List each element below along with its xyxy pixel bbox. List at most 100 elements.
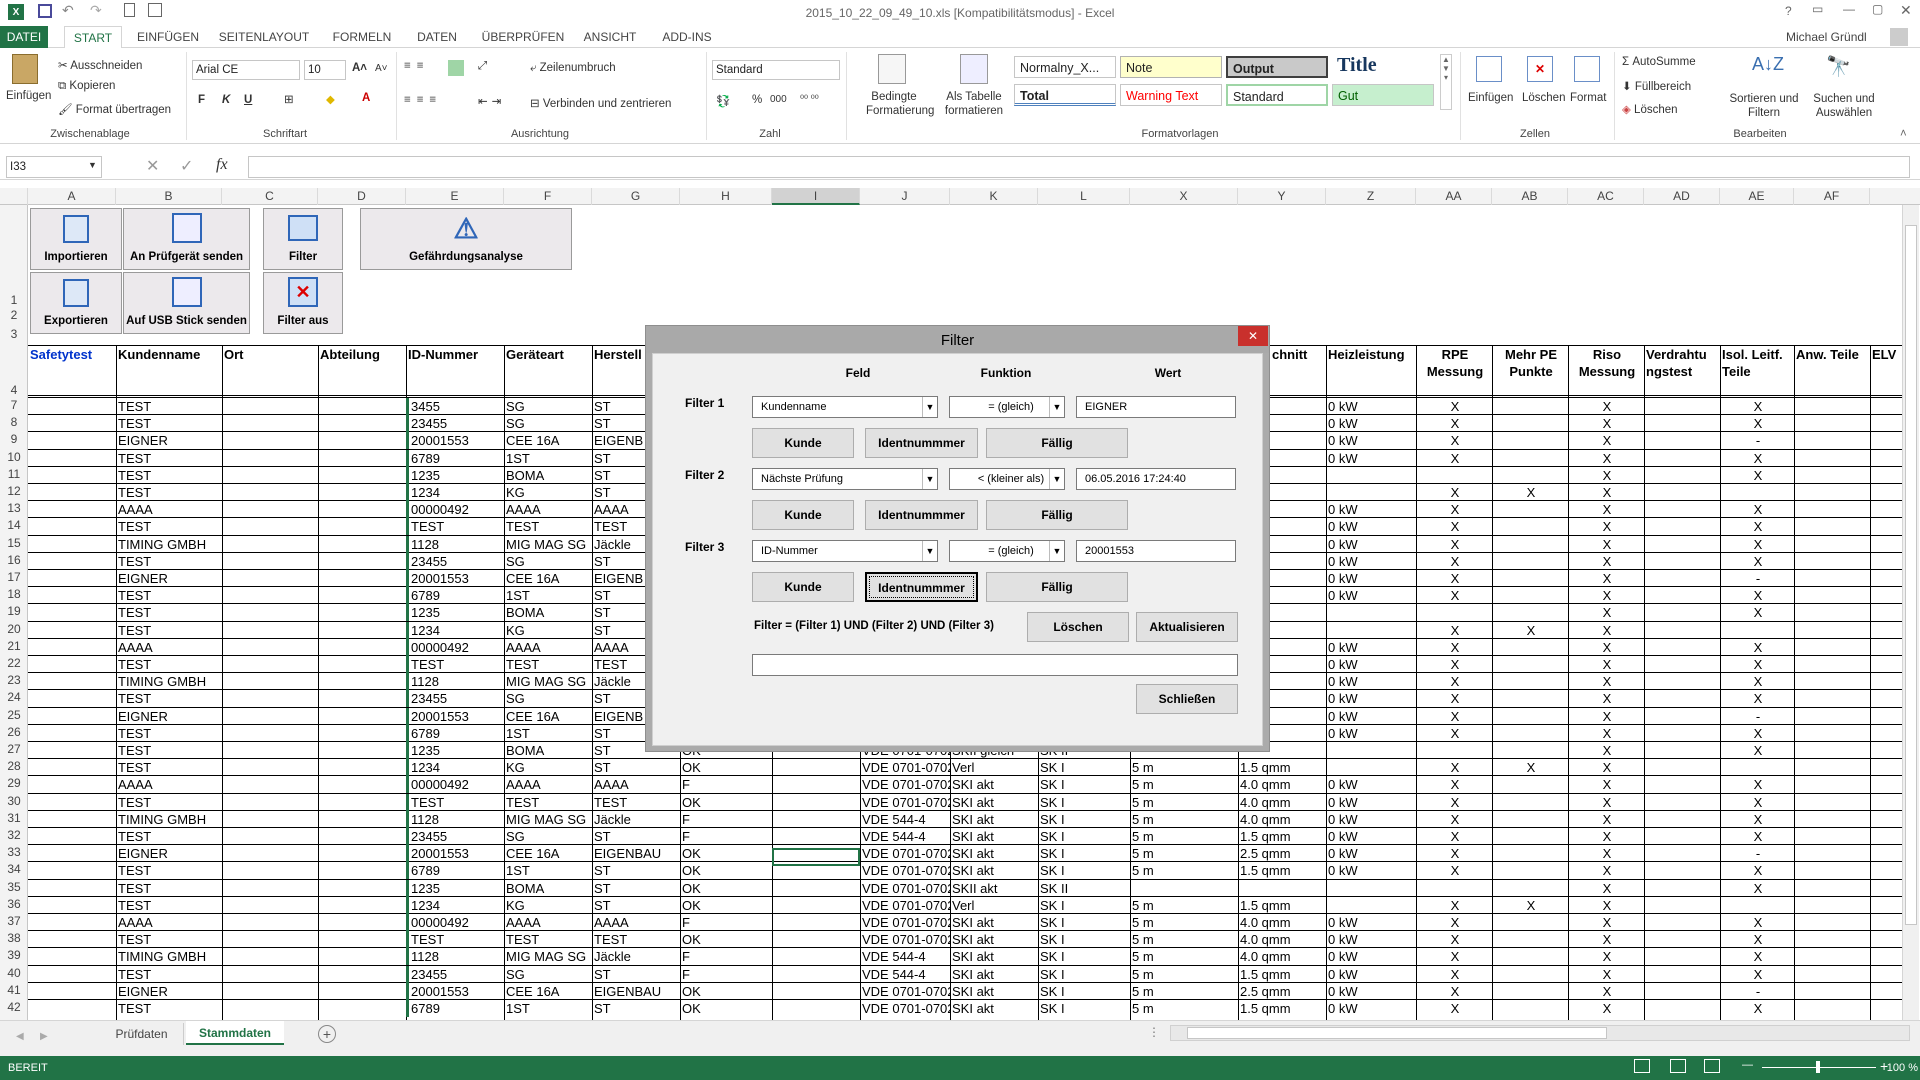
- cell-b[interactable]: TIMING GMBH: [116, 948, 222, 965]
- cell-k[interactable]: SKII akt: [950, 880, 1038, 897]
- tab-ueberpruefen[interactable]: ÜBERPRÜFEN: [478, 26, 568, 48]
- cell-f[interactable]: CEE 16A: [504, 983, 592, 1000]
- cell-h[interactable]: OK: [680, 897, 772, 914]
- cell-f[interactable]: AAAA: [504, 776, 592, 793]
- cell-k[interactable]: SKI akt: [950, 931, 1038, 948]
- border-icon[interactable]: ⊞: [284, 92, 294, 106]
- cell-ae[interactable]: X: [1720, 690, 1794, 707]
- zoom-slider-thumb[interactable]: [1816, 1061, 1820, 1073]
- minimize-icon[interactable]: —: [1843, 2, 1855, 16]
- cell-l[interactable]: SK I: [1038, 1000, 1130, 1017]
- cell-ae[interactable]: X: [1720, 587, 1794, 604]
- cell-f[interactable]: KG: [504, 759, 592, 776]
- page-layout-view-icon[interactable]: [1670, 1059, 1686, 1073]
- cell-aa[interactable]: X: [1416, 948, 1492, 965]
- maximize-icon[interactable]: ▢: [1872, 2, 1883, 16]
- cell-ab[interactable]: X: [1492, 759, 1568, 776]
- column-header[interactable]: AB: [1492, 188, 1568, 205]
- cell-ac[interactable]: X: [1568, 880, 1644, 897]
- cell-x[interactable]: 5 m: [1130, 759, 1238, 776]
- cell-aa[interactable]: X: [1416, 570, 1492, 587]
- header-geraeteart[interactable]: Geräteart: [504, 346, 592, 363]
- export-button[interactable]: Exportieren: [30, 272, 122, 334]
- column-header[interactable]: K: [950, 188, 1038, 205]
- cell-z[interactable]: 0 kW: [1326, 708, 1416, 725]
- cell-y[interactable]: 1.5 qmm: [1238, 759, 1326, 776]
- italic-button[interactable]: K: [222, 94, 230, 106]
- style-output[interactable]: Output: [1226, 56, 1328, 78]
- cell-z[interactable]: 0 kW: [1326, 536, 1416, 553]
- header-kundenname[interactable]: Kundenname: [116, 346, 222, 363]
- vertical-scrollbar[interactable]: [1902, 205, 1919, 1020]
- cell-ae[interactable]: X: [1720, 415, 1794, 432]
- merge-center-button[interactable]: ⊟ Verbinden und zentrieren: [530, 96, 671, 110]
- row-header[interactable]: 15: [0, 536, 28, 550]
- clear-filter-button[interactable]: Löschen: [1027, 612, 1129, 642]
- cell-y[interactable]: 1.5 qmm: [1238, 828, 1326, 845]
- cell-aa[interactable]: X: [1416, 983, 1492, 1000]
- cell-b[interactable]: TEST: [116, 553, 222, 570]
- sort-filter-button[interactable]: Sortieren und Filtern: [1726, 92, 1802, 120]
- filter2-value-input[interactable]: 06.05.2016 17:24:40: [1076, 468, 1236, 490]
- filter2-faellig-button[interactable]: Fällig: [986, 500, 1128, 530]
- cell-h[interactable]: F: [680, 828, 772, 845]
- header-safetytest[interactable]: Safetytest: [28, 346, 116, 363]
- cell-b[interactable]: TEST: [116, 862, 222, 879]
- number-format-select[interactable]: Standard: [712, 60, 840, 80]
- header-riso[interactable]: Riso Messung: [1568, 346, 1644, 380]
- cell-ac[interactable]: X: [1568, 673, 1644, 690]
- cell-e[interactable]: 6789: [406, 587, 504, 605]
- cell-l[interactable]: SK I: [1038, 931, 1130, 948]
- row-header[interactable]: 41: [0, 983, 28, 997]
- cell-j[interactable]: VDE 0701-0702: [860, 880, 950, 897]
- row-header[interactable]: 35: [0, 880, 28, 894]
- cell-f[interactable]: 1ST: [504, 725, 592, 742]
- row-header[interactable]: 37: [0, 914, 28, 928]
- row-header[interactable]: 17: [0, 570, 28, 584]
- cell-j[interactable]: VDE 544-4: [860, 966, 950, 983]
- cell-b[interactable]: TEST: [116, 518, 222, 535]
- cell-e[interactable]: 1128: [406, 948, 504, 966]
- hazard-analysis-button[interactable]: ⚠ Gefährdungsanalyse: [360, 208, 572, 270]
- cell-y[interactable]: 4.0 qmm: [1238, 914, 1326, 931]
- split-handle-icon[interactable]: ⋮: [1148, 1025, 1160, 1039]
- cell-f[interactable]: MIG MAG SG: [504, 948, 592, 965]
- cell-ac[interactable]: X: [1568, 983, 1644, 1000]
- cell-y[interactable]: 1.5 qmm: [1238, 1000, 1326, 1017]
- cell-f[interactable]: SG: [504, 690, 592, 707]
- cell-y[interactable]: 2.5 qmm: [1238, 845, 1326, 862]
- cell-b[interactable]: TIMING GMBH: [116, 536, 222, 553]
- cell-aa[interactable]: X: [1416, 484, 1492, 501]
- filter1-field-select[interactable]: Kundenname ▼: [752, 396, 938, 418]
- cell-f[interactable]: BOMA: [504, 467, 592, 484]
- filter1-value-input[interactable]: EIGNER: [1076, 396, 1236, 418]
- cell-b[interactable]: TEST: [116, 467, 222, 484]
- cell-aa[interactable]: X: [1416, 811, 1492, 828]
- cell-j[interactable]: VDE 0701-0702: [860, 983, 950, 1000]
- delete-cells-button[interactable]: Löschen: [1522, 92, 1565, 104]
- cell-ae[interactable]: X: [1720, 467, 1794, 484]
- font-size-select[interactable]: 10: [304, 60, 346, 80]
- cell-z[interactable]: 0 kW: [1326, 690, 1416, 707]
- cell-y[interactable]: 4.0 qmm: [1238, 948, 1326, 965]
- cell-ac[interactable]: X: [1568, 862, 1644, 879]
- column-header[interactable]: AD: [1644, 188, 1720, 205]
- cell-f[interactable]: BOMA: [504, 742, 592, 759]
- cell-ac[interactable]: X: [1568, 742, 1644, 759]
- column-header[interactable]: J: [860, 188, 950, 205]
- header-elv[interactable]: ELV: [1870, 346, 1898, 363]
- cell-ac[interactable]: X: [1568, 690, 1644, 707]
- close-window-icon[interactable]: ✕: [1900, 2, 1912, 19]
- cell-ac[interactable]: X: [1568, 725, 1644, 742]
- cell-e[interactable]: 3455: [406, 398, 504, 415]
- clear-button[interactable]: ◈ Löschen: [1622, 102, 1678, 116]
- cell-b[interactable]: TEST: [116, 1000, 222, 1017]
- cell-z[interactable]: 0 kW: [1326, 553, 1416, 570]
- cell-ae[interactable]: X: [1720, 656, 1794, 673]
- cell-aa[interactable]: X: [1416, 673, 1492, 690]
- formula-input[interactable]: [248, 156, 1910, 178]
- cell-j[interactable]: VDE 0701-0702: [860, 1000, 950, 1017]
- cell-ae[interactable]: X: [1720, 501, 1794, 518]
- paste-icon[interactable]: [12, 54, 38, 84]
- cell-z[interactable]: 0 kW: [1326, 811, 1416, 828]
